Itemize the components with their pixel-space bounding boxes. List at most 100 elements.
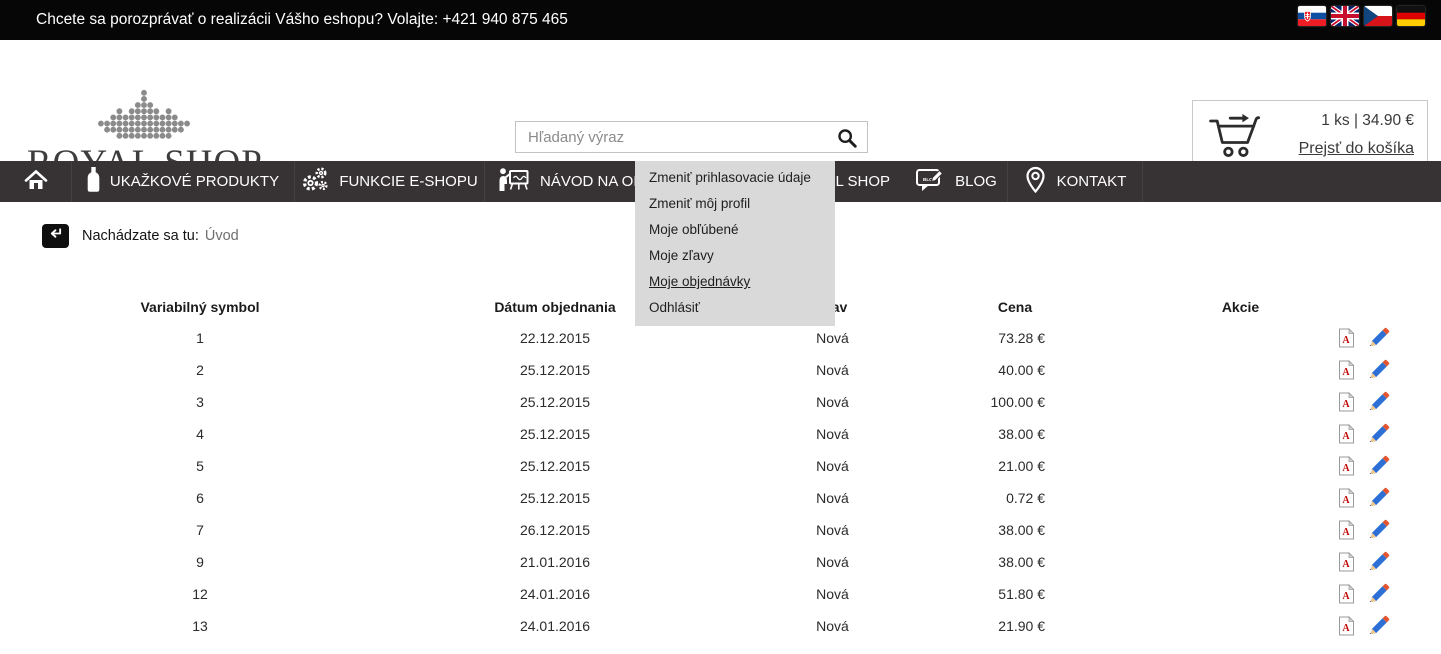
order-price: 21.90 € xyxy=(955,618,1095,634)
order-symbol: 13 xyxy=(0,618,400,634)
table-row: 3 25.12.2015 Nová 100.00 € A xyxy=(0,386,1441,418)
order-actions: A xyxy=(1095,455,1441,478)
order-status: Nová xyxy=(710,394,955,410)
edit-icon[interactable] xyxy=(1367,487,1390,510)
order-status: Nová xyxy=(710,458,955,474)
svg-text:A: A xyxy=(1342,495,1350,506)
order-actions: A xyxy=(1095,391,1441,414)
breadcrumb-label: Nachádzate sa tu: xyxy=(82,228,199,244)
order-price: 51.80 € xyxy=(955,586,1095,602)
pdf-icon[interactable]: A xyxy=(1338,488,1355,508)
nav-item-ukazkove-produkty[interactable]: UKAŽKOVÉ PRODUKTY xyxy=(72,161,295,202)
order-price: 40.00 € xyxy=(955,362,1095,378)
order-actions: A xyxy=(1095,551,1441,574)
edit-icon[interactable] xyxy=(1367,519,1390,542)
order-date: 25.12.2015 xyxy=(400,394,710,410)
table-row: 5 25.12.2015 Nová 21.00 € A xyxy=(0,450,1441,482)
order-symbol: 9 xyxy=(0,554,400,570)
profile-menu-item[interactable]: Zmeniť môj profil xyxy=(635,191,835,217)
orders-table-body: 1 22.12.2015 Nová 73.28 € A xyxy=(0,322,1441,642)
edit-icon[interactable] xyxy=(1367,391,1390,414)
czech-flag-icon[interactable] xyxy=(1364,6,1392,26)
pdf-icon[interactable]: A xyxy=(1338,520,1355,540)
table-row: 9 21.01.2016 Nová 38.00 € A xyxy=(0,546,1441,578)
uk-flag-icon[interactable] xyxy=(1331,6,1359,26)
slovak-flag-icon[interactable] xyxy=(1298,6,1326,26)
home-icon xyxy=(23,168,49,196)
table-row: 7 26.12.2015 Nová 38.00 € A xyxy=(0,514,1441,546)
cart-icon[interactable] xyxy=(1205,110,1263,165)
pdf-icon[interactable]: A xyxy=(1338,424,1355,444)
nav-label: KONTAKT xyxy=(1057,173,1127,190)
edit-icon[interactable] xyxy=(1367,359,1390,382)
order-status: Nová xyxy=(710,426,955,442)
nav-label: BLOG xyxy=(955,173,997,190)
profile-menu-item[interactable]: Moje zľavy xyxy=(635,243,835,269)
pdf-icon[interactable]: A xyxy=(1338,328,1355,348)
order-price: 21.00 € xyxy=(955,458,1095,474)
order-actions: A xyxy=(1095,359,1441,382)
nav-item-blog[interactable]: BLOG BLOG xyxy=(905,161,1008,202)
profile-menu-item[interactable]: Moje objednávky xyxy=(635,269,835,295)
order-date: 24.01.2016 xyxy=(400,586,710,602)
svg-text:A: A xyxy=(1342,367,1350,378)
pdf-icon[interactable]: A xyxy=(1338,552,1355,572)
profile-dropdown: Zmeniť prihlasovacie údaje Zmeniť môj pr… xyxy=(635,161,835,326)
pdf-icon[interactable]: A xyxy=(1338,392,1355,412)
profile-menu-item[interactable]: Zmeniť prihlasovacie údaje xyxy=(635,165,835,191)
order-price: 100.00 € xyxy=(955,394,1095,410)
order-date: 25.12.2015 xyxy=(400,362,710,378)
order-symbol: 4 xyxy=(0,426,400,442)
order-symbol: 12 xyxy=(0,586,400,602)
order-symbol: 1 xyxy=(0,330,400,346)
order-actions: A xyxy=(1095,615,1441,638)
top-bar: Chcete sa porozprávať o realizácii Vášho… xyxy=(0,0,1441,40)
col-header-price: Cena xyxy=(955,299,1095,315)
pdf-icon[interactable]: A xyxy=(1338,616,1355,636)
order-price: 38.00 € xyxy=(955,522,1095,538)
nav-label: FUNKCIE E-SHOPU xyxy=(339,173,477,190)
svg-text:A: A xyxy=(1342,591,1350,602)
svg-text:A: A xyxy=(1342,335,1350,346)
search-input[interactable] xyxy=(516,123,828,151)
table-row: 1 22.12.2015 Nová 73.28 € A xyxy=(0,322,1441,354)
map-pin-icon xyxy=(1024,166,1047,198)
german-flag-icon[interactable] xyxy=(1397,6,1425,26)
order-date: 21.01.2016 xyxy=(400,554,710,570)
edit-icon[interactable] xyxy=(1367,423,1390,446)
pdf-icon[interactable]: A xyxy=(1338,584,1355,604)
language-switcher xyxy=(1298,6,1425,26)
order-price: 38.00 € xyxy=(955,554,1095,570)
breadcrumb-current[interactable]: Úvod xyxy=(205,228,239,244)
nav-item-funkcie-eshopu[interactable]: FUNKCIE E-SHOPU xyxy=(295,161,485,202)
return-arrow-icon xyxy=(48,227,63,245)
nav-item-kontakt[interactable]: KONTAKT xyxy=(1008,161,1143,202)
nav-label: NÁVOD NA OB xyxy=(540,173,643,190)
site-header: ROYAL SHOP Môj profil xyxy=(0,40,1441,161)
edit-icon[interactable] xyxy=(1367,455,1390,478)
pdf-icon[interactable]: A xyxy=(1338,360,1355,380)
order-date: 25.12.2015 xyxy=(400,426,710,442)
profile-menu-item[interactable]: Moje obľúbené xyxy=(635,217,835,243)
edit-icon[interactable] xyxy=(1367,583,1390,606)
nav-label: UKAŽKOVÉ PRODUKTY xyxy=(110,173,279,190)
edit-icon[interactable] xyxy=(1367,551,1390,574)
svg-text:A: A xyxy=(1342,399,1350,410)
svg-text:A: A xyxy=(1342,527,1350,538)
order-symbol: 2 xyxy=(0,362,400,378)
edit-icon[interactable] xyxy=(1367,615,1390,638)
order-symbol: 7 xyxy=(0,522,400,538)
order-symbol: 5 xyxy=(0,458,400,474)
order-status: Nová xyxy=(710,362,955,378)
nav-item-home[interactable] xyxy=(0,161,72,202)
order-date: 25.12.2015 xyxy=(400,490,710,506)
profile-menu-item[interactable]: Odhlásiť xyxy=(635,295,835,321)
go-to-cart-link[interactable]: Prejsť do košíka xyxy=(1299,140,1414,158)
search-icon[interactable] xyxy=(836,127,858,154)
order-symbol: 6 xyxy=(0,490,400,506)
pdf-icon[interactable]: A xyxy=(1338,456,1355,476)
order-status: Nová xyxy=(710,522,955,538)
order-price: 73.28 € xyxy=(955,330,1095,346)
edit-icon[interactable] xyxy=(1367,327,1390,350)
back-button[interactable] xyxy=(42,224,69,248)
